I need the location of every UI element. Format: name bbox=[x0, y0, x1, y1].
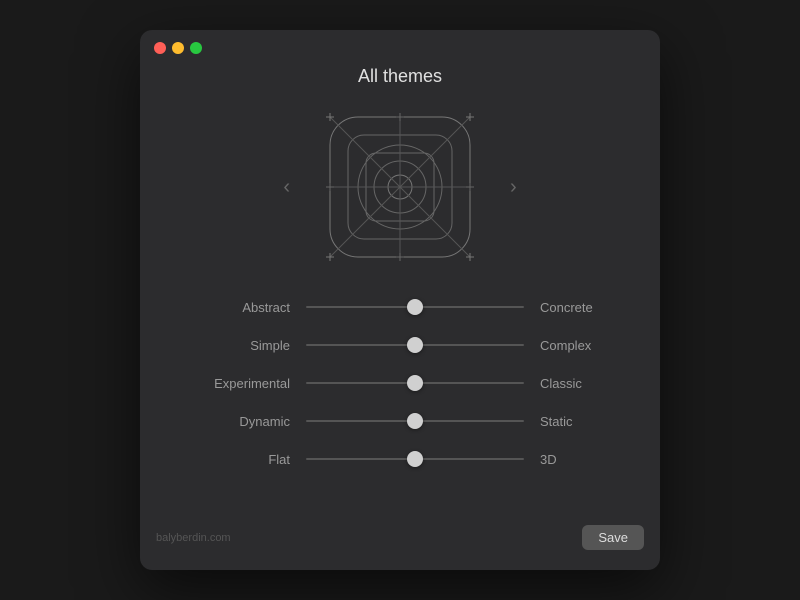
save-button[interactable]: Save bbox=[582, 525, 644, 550]
footer-credit: balyberdin.com bbox=[156, 532, 231, 544]
theme-preview-icon bbox=[320, 107, 480, 267]
slider-track-container-1[interactable] bbox=[306, 297, 524, 317]
slider-label-static: Static bbox=[540, 414, 620, 429]
slider-thumb-3[interactable] bbox=[407, 375, 423, 391]
minimize-button[interactable] bbox=[172, 42, 184, 54]
slider-track-3 bbox=[306, 382, 524, 384]
slider-track-4 bbox=[306, 420, 524, 422]
footer: balyberdin.com Save bbox=[140, 509, 660, 564]
slider-label-experimental: Experimental bbox=[180, 376, 290, 391]
slider-thumb-4[interactable] bbox=[407, 413, 423, 429]
slider-row-experimental-classic: Experimental Classic bbox=[180, 373, 620, 393]
slider-label-simple: Simple bbox=[180, 338, 290, 353]
prev-arrow[interactable]: ‹ bbox=[273, 166, 300, 209]
maximize-button[interactable] bbox=[190, 42, 202, 54]
slider-thumb-1[interactable] bbox=[407, 299, 423, 315]
app-window: All themes ‹ bbox=[140, 30, 660, 570]
close-button[interactable] bbox=[154, 42, 166, 54]
slider-track-5 bbox=[306, 458, 524, 460]
slider-track-container-2[interactable] bbox=[306, 335, 524, 355]
sliders-section: Abstract Concrete Simple Complex bbox=[180, 297, 620, 469]
slider-track-1 bbox=[306, 306, 524, 308]
slider-track-container-4[interactable] bbox=[306, 411, 524, 431]
slider-row-abstract-concrete: Abstract Concrete bbox=[180, 297, 620, 317]
slider-label-complex: Complex bbox=[540, 338, 620, 353]
slider-label-concrete: Concrete bbox=[540, 300, 620, 315]
window-content: All themes ‹ bbox=[140, 66, 660, 499]
slider-row-simple-complex: Simple Complex bbox=[180, 335, 620, 355]
next-arrow[interactable]: › bbox=[500, 166, 527, 209]
slider-label-dynamic: Dynamic bbox=[180, 414, 290, 429]
preview-area: ‹ bbox=[180, 107, 620, 267]
slider-thumb-2[interactable] bbox=[407, 337, 423, 353]
slider-label-classic: Classic bbox=[540, 376, 620, 391]
slider-track-container-5[interactable] bbox=[306, 449, 524, 469]
slider-track-2 bbox=[306, 344, 524, 346]
title-bar bbox=[140, 30, 660, 66]
page-title: All themes bbox=[180, 66, 620, 87]
slider-thumb-5[interactable] bbox=[407, 451, 423, 467]
slider-label-3d: 3D bbox=[540, 452, 620, 467]
slider-row-flat-3d: Flat 3D bbox=[180, 449, 620, 469]
slider-track-container-3[interactable] bbox=[306, 373, 524, 393]
slider-label-flat: Flat bbox=[180, 452, 290, 467]
slider-row-dynamic-static: Dynamic Static bbox=[180, 411, 620, 431]
slider-label-abstract: Abstract bbox=[180, 300, 290, 315]
